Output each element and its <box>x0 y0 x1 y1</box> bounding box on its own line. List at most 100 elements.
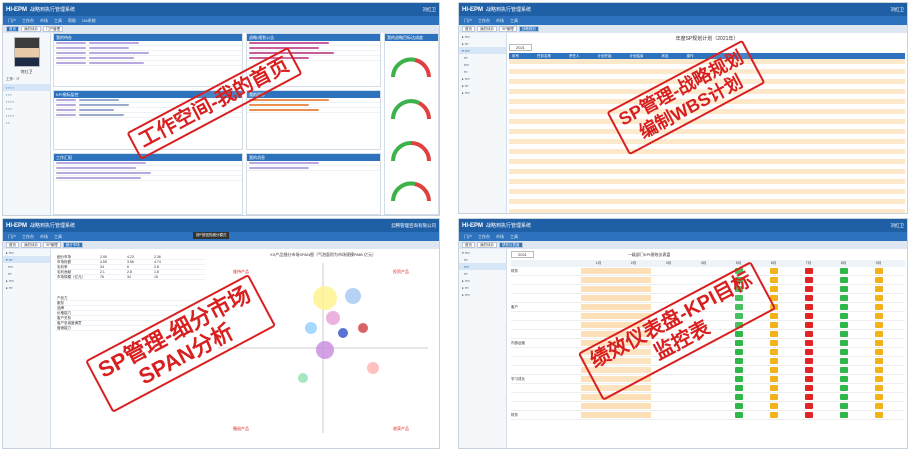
tab-dashboard[interactable]: 绩效仪表盘 <box>499 242 523 248</box>
kpi-status-icon[interactable] <box>874 304 883 310</box>
kpi-status-icon[interactable] <box>700 349 708 355</box>
nav-item[interactable]: 工作台 <box>20 18 36 24</box>
sidebar-item[interactable]: ▪▪▪ <box>459 68 506 75</box>
kpi-status-icon[interactable] <box>665 412 673 418</box>
sidebar-item[interactable]: ▸ ▪▪▪▪ <box>3 277 50 284</box>
kpi-status-icon[interactable] <box>874 331 883 337</box>
kpi-status-icon[interactable] <box>804 322 813 328</box>
kpi-status-icon[interactable] <box>874 412 883 418</box>
kpi-status-icon[interactable] <box>734 331 743 337</box>
nav-item[interactable]: 工具 <box>52 234 64 240</box>
sidebar-item[interactable]: ▪ ▪ ▪ <box>3 91 50 98</box>
kpi-status-icon[interactable] <box>595 304 603 310</box>
kpi-status-icon[interactable] <box>804 403 813 409</box>
kpi-status-icon[interactable] <box>769 385 778 391</box>
kpi-status-icon[interactable] <box>839 331 848 337</box>
tab-home[interactable]: 首页 <box>6 26 19 32</box>
user-name[interactable]: 刘红卫 <box>423 7 437 13</box>
kpi-status-icon[interactable] <box>804 376 813 382</box>
nav-item[interactable]: 工具 <box>508 18 520 24</box>
kpi-status-icon[interactable] <box>804 349 813 355</box>
nav-item[interactable]: 门户 <box>6 18 18 24</box>
kpi-status-icon[interactable] <box>595 268 603 274</box>
tab-sp[interactable]: SP管理 <box>43 242 61 248</box>
kpi-status-icon[interactable] <box>630 268 638 274</box>
table-row[interactable] <box>54 176 242 181</box>
kpi-status-icon[interactable] <box>839 412 848 418</box>
sidebar-item[interactable]: ▸ ▪▪▪▪ <box>459 33 506 40</box>
kpi-status-icon[interactable] <box>595 412 603 418</box>
kpi-status-icon[interactable] <box>804 295 813 301</box>
kpi-status-icon[interactable] <box>874 286 883 292</box>
sidebar-item[interactable]: ▾ ▪▪▪▪ <box>459 47 506 54</box>
kpi-status-icon[interactable] <box>769 331 778 337</box>
nav-item[interactable]: 市场 <box>38 234 50 240</box>
tab-todo[interactable]: 我的待办 <box>477 26 497 32</box>
kpi-status-icon[interactable] <box>630 286 638 292</box>
tab-home[interactable]: 首页 <box>462 242 475 248</box>
sidebar-item[interactable]: ▸ ▪▪▪▪ <box>3 249 50 256</box>
kpi-status-icon[interactable] <box>804 304 813 310</box>
nav-item[interactable]: 工作台 <box>476 234 492 240</box>
sidebar-item[interactable]: ▸ ▪▪▪▪ <box>459 277 506 284</box>
nav-item[interactable]: 工具 <box>52 18 64 24</box>
nav-item[interactable]: 市场 <box>494 234 506 240</box>
kpi-status-icon[interactable] <box>839 295 848 301</box>
nav-item[interactable]: 门户 <box>6 234 18 240</box>
kpi-status-icon[interactable] <box>839 268 848 274</box>
kpi-status-icon[interactable] <box>595 331 603 337</box>
kpi-status-icon[interactable] <box>595 322 603 328</box>
nav-item[interactable]: 市场 <box>494 18 506 24</box>
kpi-status-icon[interactable] <box>734 367 743 373</box>
nav-item[interactable]: OA系统 <box>80 18 98 24</box>
year-select[interactable]: 2021 <box>509 44 532 51</box>
kpi-status-icon[interactable] <box>769 277 778 283</box>
kpi-status-icon[interactable] <box>769 376 778 382</box>
kpi-status-icon[interactable] <box>874 394 883 400</box>
kpi-status-icon[interactable] <box>804 385 813 391</box>
kpi-status-icon[interactable] <box>700 412 708 418</box>
kpi-status-icon[interactable] <box>665 376 673 382</box>
kpi-status-icon[interactable] <box>734 385 743 391</box>
kpi-status-icon[interactable] <box>630 394 638 400</box>
kpi-status-icon[interactable] <box>874 376 883 382</box>
kpi-status-icon[interactable] <box>839 376 848 382</box>
kpi-status-icon[interactable] <box>665 394 673 400</box>
sidebar-item[interactable]: ▪ ▪ ▪ ▪ <box>3 84 50 91</box>
sidebar-item[interactable]: ▪▪▪ <box>459 270 506 277</box>
kpi-status-icon[interactable] <box>804 268 813 274</box>
tab-strategy[interactable]: 战略规划 <box>518 26 539 32</box>
kpi-status-icon[interactable] <box>769 349 778 355</box>
nav-item[interactable]: 门户 <box>462 18 474 24</box>
kpi-status-icon[interactable] <box>595 295 603 301</box>
kpi-status-icon[interactable] <box>804 394 813 400</box>
list-item[interactable] <box>247 108 380 113</box>
kpi-status-icon[interactable] <box>804 313 813 319</box>
tab-home[interactable]: 首页 <box>6 242 19 248</box>
kpi-status-icon[interactable] <box>874 385 883 391</box>
sidebar-item[interactable]: ▸ ▪▪▪▪ <box>459 291 506 298</box>
kpi-status-icon[interactable] <box>630 304 638 310</box>
list-item[interactable] <box>247 166 380 171</box>
tab-todo[interactable]: 我的待办 <box>21 242 41 248</box>
kpi-status-icon[interactable] <box>874 277 883 283</box>
kpi-status-icon[interactable] <box>734 358 743 364</box>
sidebar-item[interactable]: ▸ ▪▪▪ <box>3 284 50 291</box>
tab-todo[interactable]: 我的待办 <box>477 242 497 248</box>
kpi-status-icon[interactable] <box>804 340 813 346</box>
kpi-status-icon[interactable] <box>665 385 673 391</box>
nav-item[interactable]: 市场 <box>38 18 50 24</box>
kpi-status-icon[interactable] <box>874 349 883 355</box>
kpi-status-icon[interactable] <box>700 376 708 382</box>
sidebar-item[interactable]: ▪▪▪ <box>3 270 50 277</box>
kpi-status-icon[interactable] <box>804 286 813 292</box>
kpi-status-icon[interactable] <box>839 313 848 319</box>
sidebar-item[interactable]: ▸ ▪▪▪▪ <box>459 75 506 82</box>
kpi-status-icon[interactable] <box>700 268 708 274</box>
nav-item[interactable]: 工作台 <box>20 234 36 240</box>
nav-item[interactable]: 帮助 <box>66 18 78 24</box>
kpi-status-icon[interactable] <box>769 340 778 346</box>
tab-portal[interactable]: 门户管理 <box>43 26 63 32</box>
nav-item[interactable]: 工作台 <box>476 18 492 24</box>
kpi-status-icon[interactable] <box>839 403 848 409</box>
